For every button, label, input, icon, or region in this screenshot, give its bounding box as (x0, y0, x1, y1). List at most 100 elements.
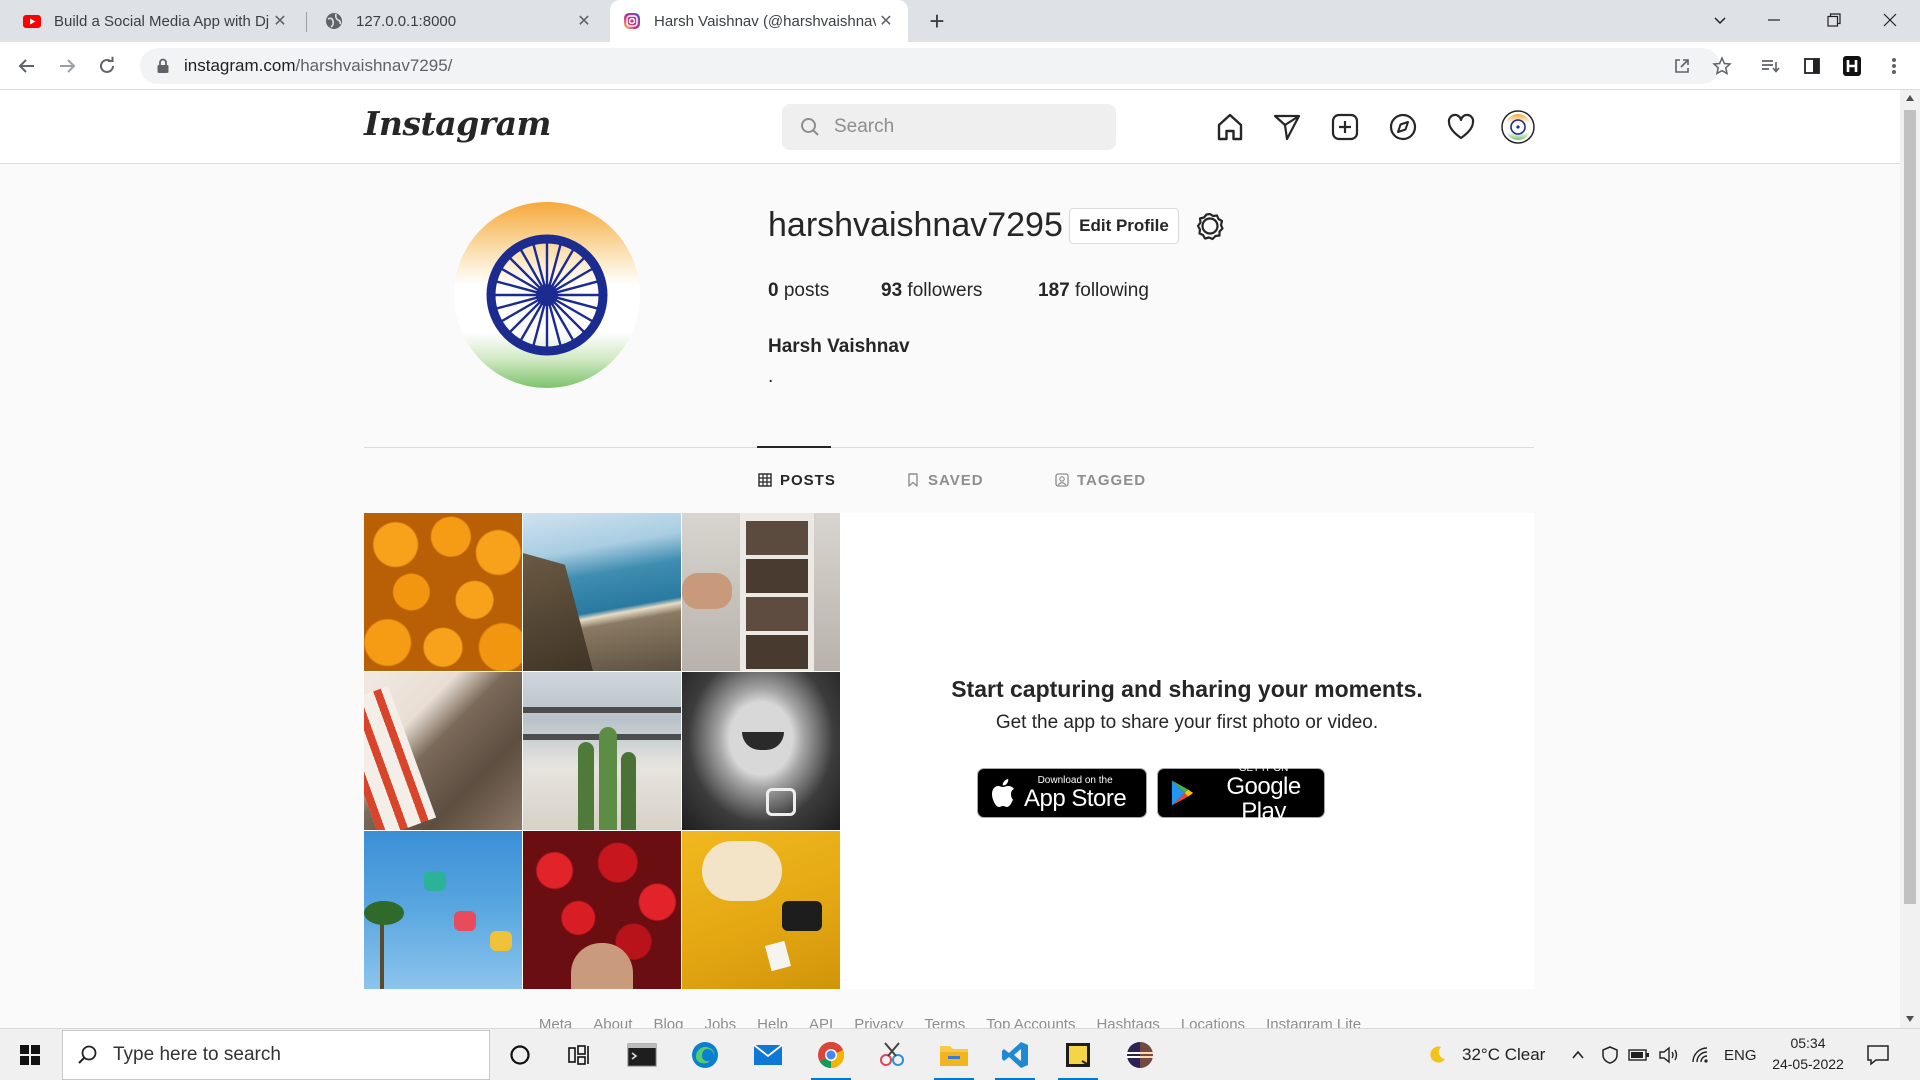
chrome-app[interactable] (802, 1029, 860, 1080)
terminal-app[interactable] (613, 1029, 671, 1080)
chevron-up-icon (1572, 1050, 1584, 1059)
photo-cat-yellow (682, 831, 840, 989)
kebab-menu-icon (1892, 58, 1896, 74)
share-button[interactable] (1666, 50, 1698, 82)
restore-button[interactable] (1806, 0, 1862, 40)
eclipse-app[interactable] (1111, 1029, 1169, 1080)
start-button[interactable] (0, 1029, 60, 1080)
notifications-button[interactable] (1866, 1029, 1890, 1080)
arrow-right-icon (60, 59, 76, 73)
instagram-logo[interactable]: Instagram (364, 104, 551, 143)
active-tab-indicator (757, 446, 831, 448)
footer-link[interactable]: Jobs (704, 1014, 736, 1028)
reading-list-button[interactable] (1754, 50, 1786, 82)
battery-tray-icon[interactable] (1628, 1029, 1650, 1080)
footer-link[interactable]: Meta (539, 1014, 572, 1028)
snipping-tool-app[interactable] (863, 1029, 921, 1080)
tab-title: Build a Social Media App with Dj (54, 12, 270, 30)
volume-tray-icon[interactable] (1658, 1029, 1680, 1080)
profile-avatar[interactable] (454, 202, 640, 388)
browser-tab-youtube[interactable]: Build a Social Media App with Dj ✕ (10, 0, 302, 42)
empty-state-subtitle: Get the app to share your first photo or… (995, 712, 1379, 733)
battery-icon (1628, 1049, 1649, 1061)
lock-icon (157, 58, 169, 73)
sticky-note-icon (1066, 1043, 1090, 1067)
language-indicator[interactable]: ENG (1724, 1029, 1757, 1080)
sticky-notes-app[interactable] (1049, 1029, 1107, 1080)
weather-widget[interactable]: 32°C Clear (1426, 1029, 1545, 1080)
address-bar[interactable]: instagram.com/harshvaishnav7295/ (140, 48, 1720, 84)
cortana-button[interactable] (491, 1029, 549, 1080)
empty-state-title: Start capturing and sharing your moments… (951, 676, 1423, 702)
app-store-badge[interactable]: Download on the App Store (977, 768, 1147, 818)
extension-button[interactable] (1836, 50, 1868, 82)
tab-saved[interactable]: SAVED (906, 470, 984, 490)
mail-app[interactable] (739, 1029, 797, 1080)
tab-tagged-label: TAGGED (1077, 471, 1147, 489)
task-view-button[interactable] (550, 1029, 608, 1080)
reload-button[interactable] (91, 50, 123, 82)
profile-avatar-button[interactable] (1501, 110, 1535, 144)
followers-link[interactable]: 93 followers (881, 280, 982, 302)
network-tray-icon[interactable] (1690, 1029, 1712, 1080)
scrollbar-thumb[interactable] (1904, 110, 1916, 904)
footer-link[interactable]: About (593, 1014, 632, 1028)
browser-tab-localhost[interactable]: 127.0.0.1:8000 ✕ (312, 0, 606, 42)
search-input[interactable] (834, 116, 1094, 138)
scroll-up-icon[interactable] (1905, 94, 1915, 102)
browser-toolbar: instagram.com/harshvaishnav7295/ (0, 42, 1920, 90)
clock[interactable]: 05:34 24-05-2022 (1768, 1033, 1848, 1075)
settings-button[interactable] (1194, 210, 1226, 242)
edge-app[interactable] (676, 1029, 734, 1080)
forward-button[interactable] (51, 50, 83, 82)
page-scrollbar[interactable] (1900, 90, 1920, 1028)
home-nav-button[interactable] (1213, 110, 1247, 144)
footer-link[interactable]: Help (757, 1014, 788, 1028)
edit-profile-button[interactable]: Edit Profile (1069, 208, 1179, 244)
footer-link[interactable]: Top Accounts (986, 1014, 1075, 1028)
close-tab-icon[interactable]: ✕ (270, 11, 290, 31)
security-tray-icon[interactable] (1600, 1029, 1620, 1080)
footer-link[interactable]: API (809, 1014, 833, 1028)
tab-search-button[interactable] (1692, 0, 1748, 40)
close-tab-icon[interactable]: ✕ (574, 11, 594, 31)
minimize-button[interactable] (1746, 0, 1802, 40)
new-tab-button[interactable]: + (922, 6, 952, 36)
taskbar-search-box[interactable]: Type here to search (62, 1030, 490, 1080)
direct-messages-button[interactable] (1270, 110, 1304, 144)
side-panel-button[interactable] (1796, 50, 1828, 82)
app-store-big-text: App Store (1024, 785, 1127, 812)
search-icon (78, 1045, 97, 1064)
file-explorer-app[interactable] (925, 1029, 983, 1080)
vscode-app[interactable] (986, 1029, 1044, 1080)
bookmark-star-button[interactable] (1706, 50, 1738, 82)
close-tab-icon[interactable]: ✕ (876, 11, 896, 31)
profile-username: harshvaishnav7295 (768, 206, 1063, 244)
footer-link[interactable]: Locations (1181, 1014, 1245, 1028)
footer-link[interactable]: Terms (924, 1014, 965, 1028)
footer-link[interactable]: Privacy (854, 1014, 903, 1028)
url-path: /harshvaishnav7295/ (295, 56, 453, 75)
google-play-badge[interactable]: GET IT ON Google Play (1157, 763, 1325, 824)
footer-link[interactable]: Hashtags (1096, 1014, 1159, 1028)
search-box[interactable] (782, 104, 1116, 150)
back-button[interactable] (11, 50, 43, 82)
browser-tab-instagram[interactable]: Harsh Vaishnav (@harshvaishnav ✕ (610, 0, 908, 42)
show-hidden-icons-button[interactable] (1570, 1029, 1586, 1080)
vscode-icon (1002, 1042, 1028, 1068)
footer-link[interactable]: Instagram Lite (1266, 1014, 1361, 1028)
wifi-icon (1692, 1047, 1708, 1063)
explore-button[interactable] (1386, 110, 1420, 144)
footer-link[interactable]: Blog (653, 1014, 683, 1028)
share-icon (1675, 59, 1689, 73)
browser-menu-button[interactable] (1878, 50, 1910, 82)
close-window-button[interactable] (1862, 0, 1918, 40)
following-link[interactable]: 187 following (1038, 280, 1149, 302)
eclipse-icon (1127, 1042, 1153, 1068)
new-post-button[interactable] (1328, 110, 1362, 144)
tab-tagged[interactable]: TAGGED (1055, 470, 1146, 490)
scroll-down-icon[interactable] (1905, 1015, 1915, 1023)
ashoka-chakra-icon (486, 234, 608, 356)
activity-button[interactable] (1444, 110, 1478, 144)
tab-posts[interactable]: POSTS (758, 470, 836, 490)
